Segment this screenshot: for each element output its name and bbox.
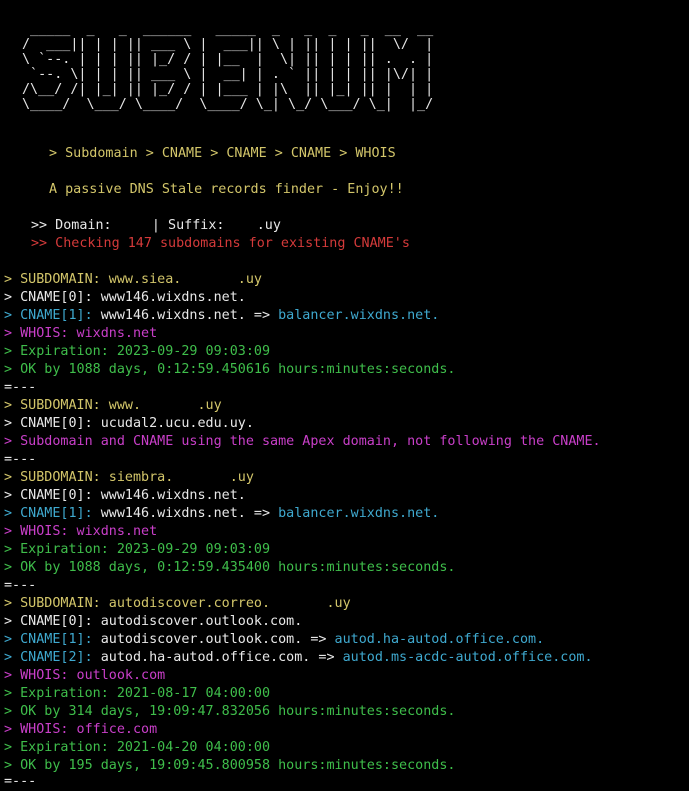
ok-line: > OK by 1088 days, 0:12:59.450616 hours:… <box>4 362 456 377</box>
checking-status-line: >> Checking 147 subdomains for existing … <box>31 236 410 251</box>
whois-line: > WHOIS: wixdns.net <box>4 326 158 341</box>
expiration-line: > Expiration: 2023-09-29 09:03:09 <box>4 344 271 359</box>
flow-line: > Subdomain > CNAME > CNAME > CNAME > WH… <box>49 146 396 161</box>
cname-target: autod.ha-autod.office.com. <box>326 632 545 647</box>
cname-target: autod.ms-acdc-autod.office.com. <box>334 650 593 665</box>
cname-value: www146.wixdns.net. => <box>92 308 271 323</box>
tagline: A passive DNS Stale records finder - Enj… <box>49 182 404 197</box>
separator: =--- <box>4 452 37 467</box>
cname-line: > CNAME[1]: autodiscover.outlook.com. =>… <box>4 631 544 649</box>
cname-value: autod.ha-autod.office.com. => <box>92 650 335 665</box>
cname-key: > CNAME[2]: <box>4 650 93 665</box>
cname-line: > CNAME[0]: ucudal2.ucu.edu.uy. <box>4 416 254 431</box>
cname-line: > CNAME[0]: www146.wixdns.net. <box>4 488 246 503</box>
expiration-line: > Expiration: 2021-08-17 04:00:00 <box>4 686 271 701</box>
cname-line: > CNAME[1]: www146.wixdns.net. => balanc… <box>4 505 439 523</box>
subdomain-line: > SUBDOMAIN: www.siea. .uy <box>4 272 262 287</box>
cname-line: > CNAME[2]: autod.ha-autod.office.com. =… <box>4 649 593 667</box>
cname-line: > CNAME[1]: www146.wixdns.net. => balanc… <box>4 307 439 325</box>
subdomain-line: > SUBDOMAIN: autodiscover.correo. .uy <box>4 596 351 611</box>
cname-line: > CNAME[0]: www146.wixdns.net. <box>4 290 246 305</box>
whois-line: > WHOIS: wixdns.net <box>4 524 158 539</box>
subenum-ascii-banner: _____ _ _ ______ _____ _ _ _ _ __ __ / _… <box>22 22 434 113</box>
domain-suffix-line: >> Domain: | Suffix: .uy <box>31 218 281 233</box>
same-apex-note: > Subdomain and CNAME using the same Ape… <box>4 434 601 449</box>
whois-line: > WHOIS: outlook.com <box>4 668 166 683</box>
expiration-line: > Expiration: 2023-09-29 09:03:09 <box>4 542 271 557</box>
cname-target: balancer.wixdns.net. <box>270 506 440 521</box>
whois-line: > WHOIS: office.com <box>4 722 158 737</box>
terminal-window: _____ _ _ ______ _____ _ _ _ _ __ __ / _… <box>0 0 689 791</box>
cname-key: > CNAME[1]: <box>4 632 93 647</box>
ok-line: > OK by 195 days, 19:09:45.800958 hours:… <box>4 758 456 773</box>
cname-key: > CNAME[1]: <box>4 308 93 323</box>
ok-line: > OK by 1088 days, 0:12:59.435400 hours:… <box>4 560 456 575</box>
separator: =--- <box>4 578 37 593</box>
cname-value: www146.wixdns.net. => <box>92 506 271 521</box>
separator: =--- <box>4 380 37 395</box>
subdomain-line: > SUBDOMAIN: www. .uy <box>4 398 222 413</box>
cname-target: balancer.wixdns.net. <box>270 308 440 323</box>
cname-key: > CNAME[1]: <box>4 506 93 521</box>
subdomain-line: > SUBDOMAIN: siembra. .uy <box>4 470 254 485</box>
cname-value: autodiscover.outlook.com. => <box>92 632 327 647</box>
expiration-line: > Expiration: 2021-04-20 04:00:00 <box>4 740 271 755</box>
separator: =--- <box>4 774 37 789</box>
ok-line: > OK by 314 days, 19:09:47.832056 hours:… <box>4 704 456 719</box>
cname-line: > CNAME[0]: autodiscover.outlook.com. <box>4 614 303 629</box>
